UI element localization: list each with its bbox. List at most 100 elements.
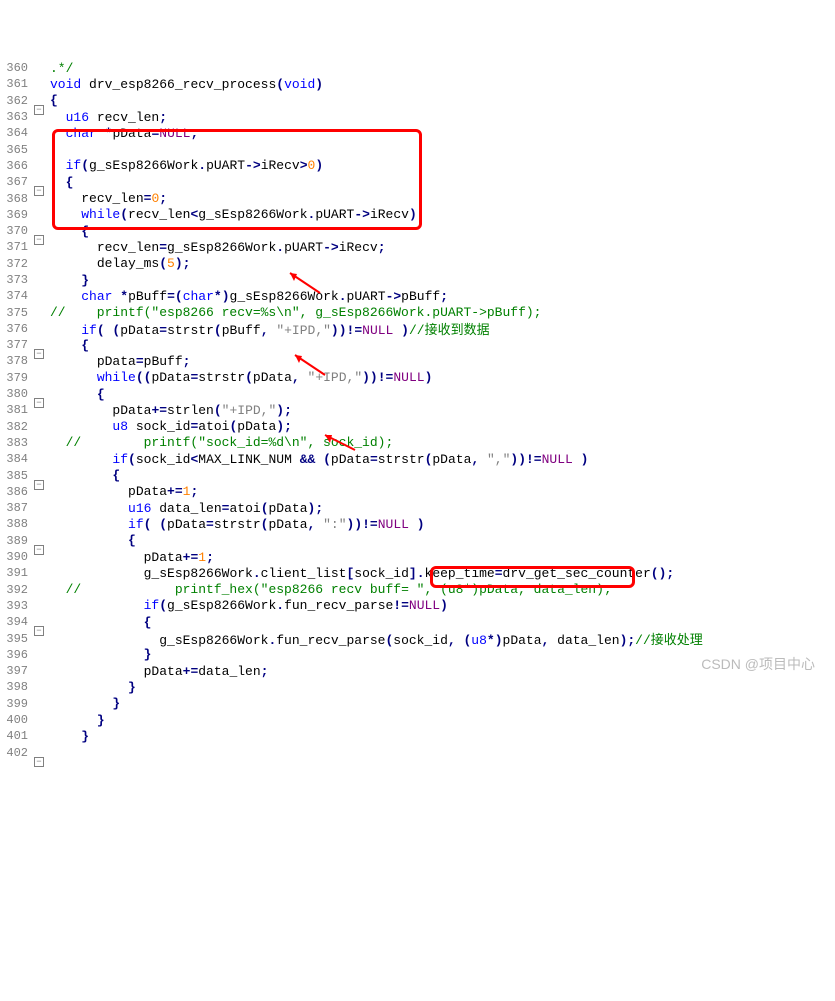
code-content[interactable]: void drv_esp8266_recv_process(void) bbox=[46, 77, 323, 92]
code-content[interactable]: { bbox=[46, 468, 120, 483]
code-line[interactable]: 360.*/ bbox=[0, 60, 835, 76]
code-line[interactable]: 372 delay_ms(5); bbox=[0, 256, 835, 272]
code-line[interactable]: 381 pData+=strlen("+IPD,"); bbox=[0, 402, 835, 418]
code-content[interactable]: .*/ bbox=[46, 61, 73, 76]
line-number: 379 bbox=[0, 371, 32, 385]
code-line[interactable]: 376 if( (pData=strstr(pBuff, "+IPD,"))!=… bbox=[0, 321, 835, 337]
code-line[interactable]: 367 { bbox=[0, 174, 835, 190]
code-content[interactable]: recv_len=0; bbox=[46, 191, 167, 206]
code-content[interactable]: } bbox=[46, 729, 89, 744]
code-content[interactable]: recv_len=g_sEsp8266Work.pUART->iRecv; bbox=[46, 240, 386, 255]
line-number: 397 bbox=[0, 664, 32, 678]
code-line[interactable]: 388 if( (pData=strstr(pData, ":"))!=NULL… bbox=[0, 516, 835, 532]
code-line[interactable]: 379 while((pData=strstr(pData, "+IPD,"))… bbox=[0, 370, 835, 386]
code-content[interactable]: { bbox=[46, 338, 89, 353]
code-line[interactable]: 395 g_sEsp8266Work.fun_recv_parse(sock_i… bbox=[0, 630, 835, 646]
code-line[interactable]: 385 { bbox=[0, 467, 835, 483]
code-content[interactable]: g_sEsp8266Work.fun_recv_parse(sock_id, (… bbox=[46, 629, 703, 648]
line-number: 388 bbox=[0, 517, 32, 531]
code-line[interactable]: 386 pData+=1; bbox=[0, 484, 835, 500]
code-content[interactable]: // printf("esp8266 recv=%s\n", g_sEsp826… bbox=[46, 305, 541, 320]
code-content[interactable]: } bbox=[46, 680, 136, 695]
code-line[interactable]: 387 u16 data_len=atoi(pData); bbox=[0, 500, 835, 516]
line-number: 394 bbox=[0, 615, 32, 629]
code-line[interactable]: 374 char *pBuff=(char*)g_sEsp8266Work.pU… bbox=[0, 288, 835, 304]
code-content[interactable]: { bbox=[46, 224, 89, 239]
code-content[interactable]: pData+=data_len; bbox=[46, 664, 268, 679]
code-content[interactable]: delay_ms(5); bbox=[46, 256, 190, 271]
code-line[interactable]: 400 } bbox=[0, 712, 835, 728]
code-content[interactable]: } bbox=[46, 273, 89, 288]
code-content[interactable]: while(recv_len<g_sEsp8266Work.pUART->iRe… bbox=[46, 207, 417, 222]
line-number: 378 bbox=[0, 354, 32, 368]
code-content[interactable]: if(g_sEsp8266Work.fun_recv_parse!=NULL) bbox=[46, 598, 448, 613]
code-line[interactable]: 394 { bbox=[0, 614, 835, 630]
code-content[interactable]: } bbox=[46, 713, 105, 728]
code-content[interactable]: while((pData=strstr(pData, "+IPD,"))!=NU… bbox=[46, 370, 432, 385]
code-line[interactable]: 398 } bbox=[0, 679, 835, 695]
code-content[interactable]: { bbox=[46, 93, 58, 108]
code-line[interactable]: 383 // printf("sock_id=%d\n", sock_id); bbox=[0, 435, 835, 451]
code-line[interactable]: 380 { bbox=[0, 386, 835, 402]
code-content[interactable]: if(sock_id<MAX_LINK_NUM && (pData=strstr… bbox=[46, 452, 588, 467]
line-number: 398 bbox=[0, 680, 32, 694]
code-content[interactable]: u16 data_len=atoi(pData); bbox=[46, 501, 323, 516]
code-line[interactable]: 370 { bbox=[0, 223, 835, 239]
code-line[interactable]: 393 if(g_sEsp8266Work.fun_recv_parse!=NU… bbox=[0, 598, 835, 614]
code-content[interactable]: u8 sock_id=atoi(pData); bbox=[46, 419, 292, 434]
code-content[interactable]: } bbox=[46, 696, 120, 711]
code-content[interactable]: { bbox=[46, 387, 105, 402]
line-number: 363 bbox=[0, 110, 32, 124]
code-content[interactable]: // printf("sock_id=%d\n", sock_id); bbox=[46, 435, 393, 450]
line-number: 381 bbox=[0, 403, 32, 417]
code-line[interactable]: 371 recv_len=g_sEsp8266Work.pUART->iRecv… bbox=[0, 239, 835, 255]
line-number: 391 bbox=[0, 566, 32, 580]
code-line[interactable]: 365 bbox=[0, 141, 835, 157]
line-number: 362 bbox=[0, 94, 32, 108]
code-line[interactable]: 389 { bbox=[0, 533, 835, 549]
line-number: 380 bbox=[0, 387, 32, 401]
line-number: 390 bbox=[0, 550, 32, 564]
code-content[interactable]: pData=pBuff; bbox=[46, 354, 190, 369]
line-number: 400 bbox=[0, 713, 32, 727]
code-content[interactable]: char *pBuff=(char*)g_sEsp8266Work.pUART-… bbox=[46, 289, 448, 304]
code-line[interactable]: 361void drv_esp8266_recv_process(void) bbox=[0, 76, 835, 92]
code-content[interactable]: { bbox=[46, 533, 136, 548]
code-line[interactable]: 378 pData=pBuff; bbox=[0, 353, 835, 369]
line-number: 368 bbox=[0, 192, 32, 206]
code-content[interactable]: pData+=1; bbox=[46, 484, 198, 499]
code-line[interactable]: 402 bbox=[0, 744, 835, 760]
code-content[interactable]: if(g_sEsp8266Work.pUART->iRecv>0) bbox=[46, 158, 323, 173]
code-line[interactable]: 375// printf("esp8266 recv=%s\n", g_sEsp… bbox=[0, 304, 835, 320]
code-line[interactable]: 390 pData+=1; bbox=[0, 549, 835, 565]
code-line[interactable]: 399 } bbox=[0, 696, 835, 712]
code-line[interactable]: 384 if(sock_id<MAX_LINK_NUM && (pData=st… bbox=[0, 451, 835, 467]
code-line[interactable]: 401 } bbox=[0, 728, 835, 744]
code-content[interactable]: u16 recv_len; bbox=[46, 110, 167, 125]
code-line[interactable]: 362 { bbox=[0, 93, 835, 109]
line-number: 373 bbox=[0, 273, 32, 287]
code-line[interactable]: 363 u16 recv_len; bbox=[0, 109, 835, 125]
code-line[interactable]: 369 while(recv_len<g_sEsp8266Work.pUART-… bbox=[0, 207, 835, 223]
code-content[interactable]: pData+=1; bbox=[46, 550, 214, 565]
code-line[interactable]: 368 recv_len=0; bbox=[0, 190, 835, 206]
code-content[interactable]: pData+=strlen("+IPD,"); bbox=[46, 403, 292, 418]
code-line[interactable]: 364 char *pData=NULL; bbox=[0, 125, 835, 141]
code-content[interactable]: // printf_hex("esp8266 recv buff= ", (u8… bbox=[46, 582, 612, 597]
code-line[interactable]: 391 g_sEsp8266Work.client_list[sock_id].… bbox=[0, 565, 835, 581]
code-content[interactable]: } bbox=[46, 647, 151, 662]
code-line[interactable]: 373 } bbox=[0, 272, 835, 288]
line-number: 383 bbox=[0, 436, 32, 450]
line-number: 365 bbox=[0, 143, 32, 157]
code-line[interactable]: 382 u8 sock_id=atoi(pData); bbox=[0, 419, 835, 435]
code-content[interactable]: { bbox=[46, 175, 73, 190]
code-line[interactable]: 366 if(g_sEsp8266Work.pUART->iRecv>0) bbox=[0, 158, 835, 174]
code-content[interactable]: char *pData=NULL; bbox=[46, 126, 198, 141]
code-content[interactable]: { bbox=[46, 615, 151, 630]
code-line[interactable]: 377 { bbox=[0, 337, 835, 353]
code-content[interactable]: if( (pData=strstr(pBuff, "+IPD,"))!=NULL… bbox=[46, 319, 490, 338]
line-number: 369 bbox=[0, 208, 32, 222]
code-content[interactable]: if( (pData=strstr(pData, ":"))!=NULL ) bbox=[46, 517, 425, 532]
code-content[interactable]: g_sEsp8266Work.client_list[sock_id].keep… bbox=[46, 566, 674, 581]
code-line[interactable]: 392 // printf_hex("esp8266 recv buff= ",… bbox=[0, 582, 835, 598]
